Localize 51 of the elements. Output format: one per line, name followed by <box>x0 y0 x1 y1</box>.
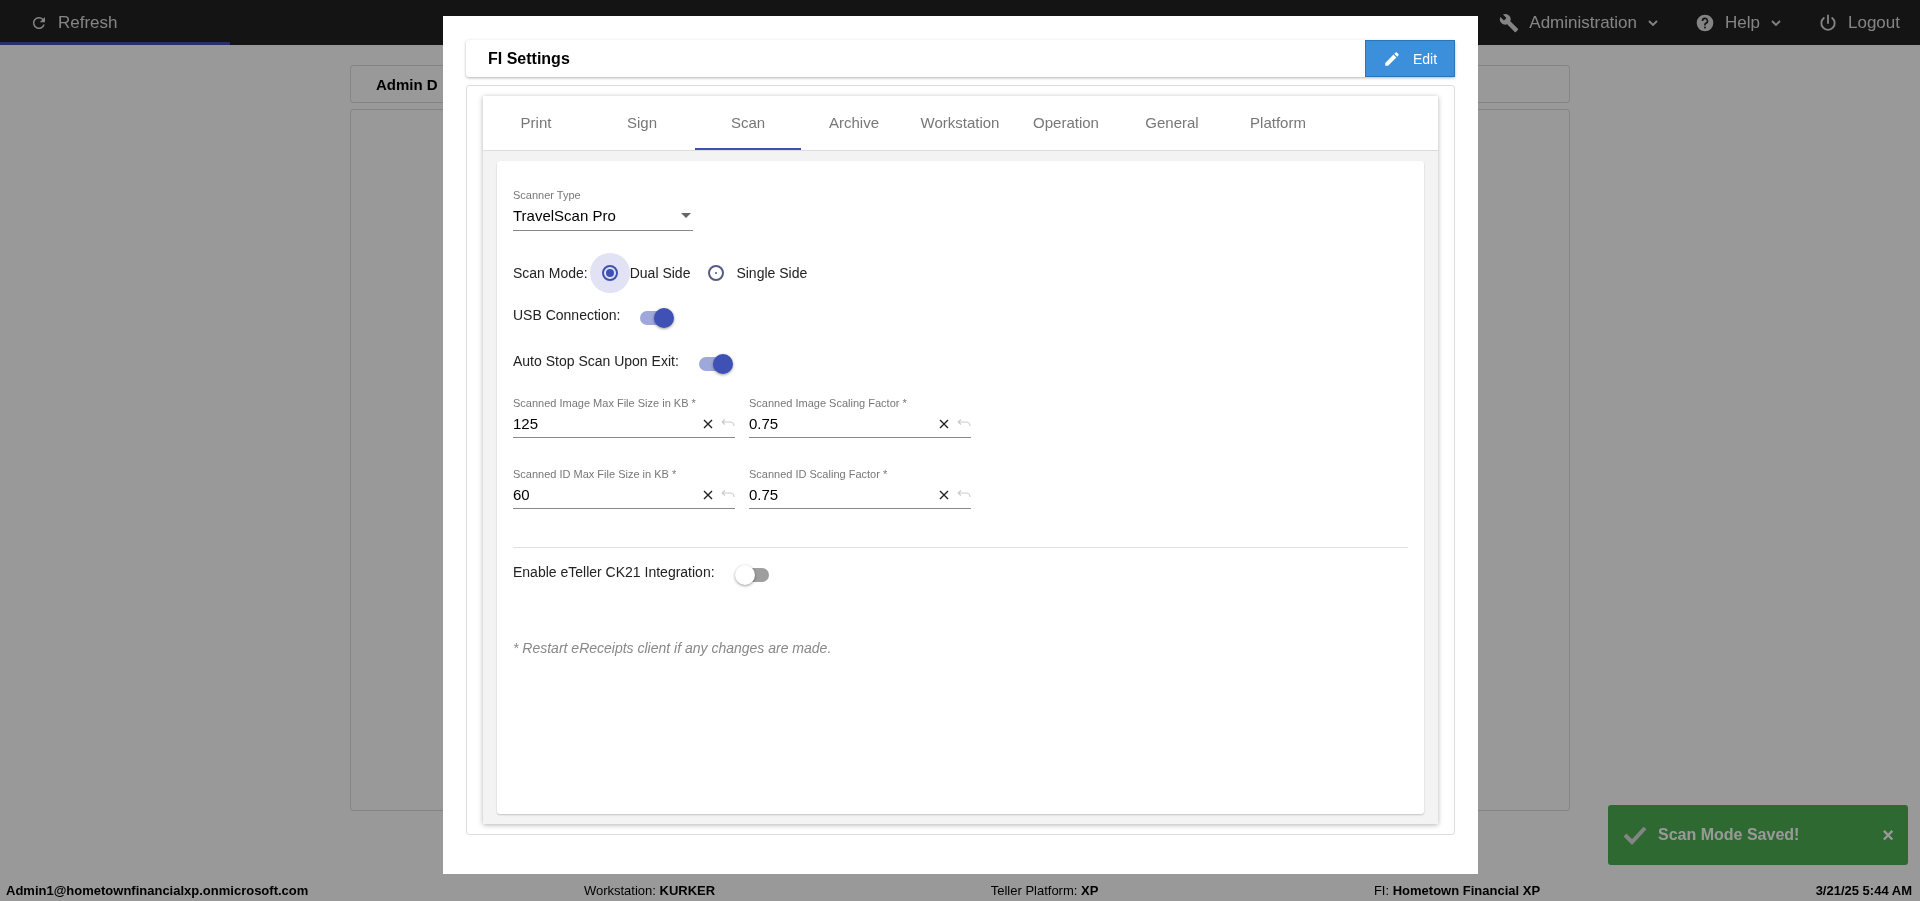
input-field[interactable]: 0.75 <box>749 486 971 509</box>
status-text: Admin1@hometownfinancialxp.onmicrosoft.com <box>6 883 309 898</box>
checkmark-icon <box>1622 824 1648 846</box>
field-label: Scanned ID Max File Size in KB * <box>513 468 678 480</box>
toggle-label: Auto Stop Scan Upon Exit: <box>513 353 679 369</box>
clear-icon[interactable] <box>939 489 949 500</box>
clear-icon[interactable] <box>939 418 949 429</box>
input-field[interactable]: 125 <box>513 415 735 438</box>
dropdown-arrow-icon <box>681 212 691 219</box>
clear-icon[interactable] <box>703 418 713 429</box>
help-icon <box>1695 12 1716 33</box>
power-icon <box>1818 12 1838 33</box>
note-text: * Restart eReceipts client if any changes are made. <box>513 640 833 656</box>
toggle-label: Enable eTeller CK21 Integration: <box>513 564 715 580</box>
status-text: 3/21/25 5:44 AM <box>1815 883 1912 898</box>
input-field[interactable]: 60 <box>513 486 735 509</box>
clear-icon[interactable] <box>703 489 713 500</box>
field-label: Scanned Image Max File Size in KB * <box>513 397 697 409</box>
menu-button[interactable]: Administration <box>1499 12 1660 33</box>
toggle-switch[interactable] <box>640 311 671 325</box>
field-label: Scanned Image Scaling Factor * <box>749 397 908 409</box>
input-field[interactable]: 0.75 <box>749 415 971 438</box>
status-text: Workstation: KURKER <box>583 883 716 898</box>
wrench-icon <box>1499 12 1520 33</box>
scanner-type-dropdown[interactable]: TravelScan Pro <box>513 205 693 231</box>
status-text: Teller Platform: XP <box>990 883 1099 898</box>
scan-mode-label: Scan Mode: <box>513 265 588 281</box>
tab[interactable]: Archive <box>801 96 907 150</box>
dialog-title: FI Settings <box>488 49 570 68</box>
radio-button[interactable] <box>601 265 618 281</box>
radio-option[interactable]: Single Side <box>696 253 808 293</box>
tab[interactable]: Platform <box>1225 96 1331 150</box>
menu-button[interactable]: Help <box>1695 12 1782 33</box>
tab[interactable]: General <box>1119 96 1225 150</box>
toggle-switch[interactable] <box>738 568 769 582</box>
status-text: FI: Hometown Financial XP <box>1373 883 1541 898</box>
radio-option[interactable]: Dual Side <box>589 253 691 293</box>
edit-button[interactable]: Edit <box>1365 40 1455 77</box>
toast-message: Scan Mode Saved! <box>1658 826 1801 844</box>
logout-button[interactable]: Logout <box>1818 12 1900 33</box>
refresh-button[interactable]: Refresh <box>30 12 118 33</box>
tab[interactable]: Operation <box>1013 96 1119 150</box>
field-label: Scanner Type <box>513 189 582 201</box>
tab[interactable]: Print <box>483 96 589 150</box>
tab[interactable]: Sign <box>589 96 695 150</box>
pencil-icon <box>1382 49 1401 68</box>
radio-button[interactable] <box>708 265 725 281</box>
card-title: Admin D <box>376 75 438 93</box>
field-label: Scanned ID Scaling Factor * <box>749 468 889 480</box>
toggle-label: USB Connection: <box>513 307 621 323</box>
tab[interactable]: Workstation <box>907 96 1013 150</box>
